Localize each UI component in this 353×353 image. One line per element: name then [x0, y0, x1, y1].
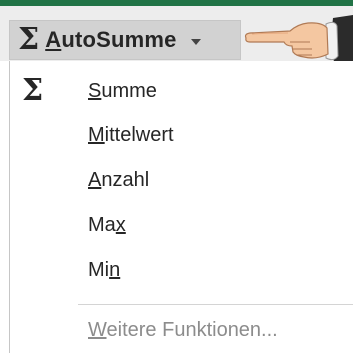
menu-item-weitere-funktionen[interactable]: Weitere Funktionen...: [10, 311, 353, 351]
menu-item-anzahl[interactable]: Anzahl: [10, 161, 353, 201]
menu-item-min[interactable]: Min: [10, 251, 353, 291]
menu-separator: [78, 304, 353, 305]
menu-item-label: Anzahl: [88, 169, 150, 191]
menu-item-label: Mittelwert: [88, 124, 174, 146]
sigma-icon: Σ: [18, 22, 40, 57]
autosum-button[interactable]: Σ AutoSumme: [9, 20, 241, 60]
hand-pointer-icon: [244, 15, 353, 62]
autosum-dropdown-menu: Σ Summe Mittelwert Anzahl Max Min Weiter…: [9, 61, 353, 353]
menu-item-label: Min: [88, 259, 121, 281]
menu-item-max[interactable]: Max: [10, 206, 353, 246]
menu-item-mittelwert[interactable]: Mittelwert: [10, 116, 353, 156]
menu-item-summe[interactable]: Σ Summe: [10, 72, 353, 112]
autosum-label: AutoSumme: [45, 27, 177, 52]
menu-item-label: Max: [88, 214, 126, 236]
sigma-icon: Σ: [22, 73, 44, 108]
menu-item-label: Weitere Funktionen...: [88, 319, 278, 341]
dropdown-arrow-icon[interactable]: [190, 38, 201, 45]
menu-item-label: Summe: [88, 80, 157, 102]
